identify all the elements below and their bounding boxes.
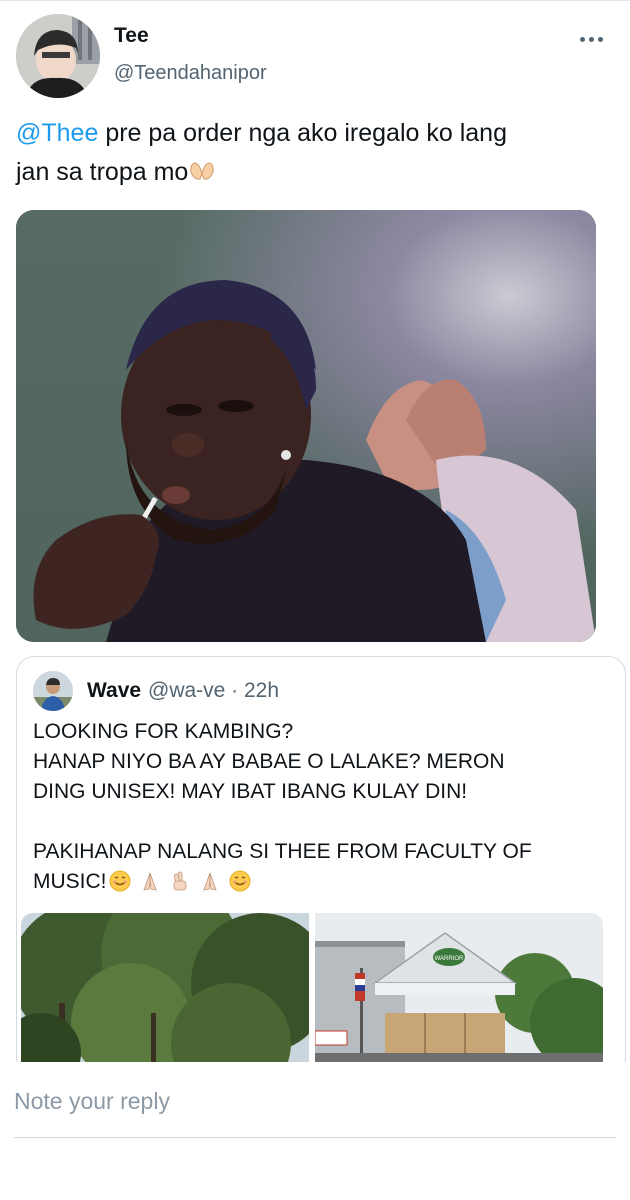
praying-hands-icon (202, 872, 217, 891)
quote-author-meta: @wa-ve · 22h (148, 679, 280, 702)
quote-photo-trees[interactable] (21, 913, 309, 1073)
praying-hands-icon (142, 872, 157, 891)
mention-link[interactable]: @Thee (16, 119, 98, 147)
smiling-face-icon (109, 870, 130, 892)
author-handle[interactable]: @Teendahanipor (114, 62, 267, 85)
tweet-text-line1: pre pa order nga ako iregalo ko lang (98, 119, 507, 147)
quote-line: DING UNISEX! MAY IBAT IBANG KULAY DIN! (33, 780, 468, 803)
quoted-tweet[interactable]: Wave @wa-ve · 22h LOOKING FOR KAMBING? H… (16, 656, 626, 1076)
author-name[interactable]: Tee (114, 24, 149, 48)
tweet-text-line2: jan sa tropa mo (16, 158, 189, 186)
quote-author-avatar[interactable] (33, 671, 73, 711)
smiling-face-icon (229, 870, 250, 892)
reply-input[interactable] (14, 1082, 604, 1120)
quote-line: PAKIHANAP NALANG SI THEE FROM FACULTY OF (33, 840, 532, 863)
quote-line: MUSIC! (33, 870, 107, 893)
reply-underline (14, 1137, 616, 1138)
author-avatar[interactable] (16, 14, 100, 98)
quote-line-emoji: MUSIC! (33, 867, 613, 897)
tweet-photo[interactable] (16, 210, 596, 642)
tent-sign-text: WARRIOR (435, 956, 464, 962)
quote-text: LOOKING FOR KAMBING? HANAP NIYO BA AY BA… (33, 717, 613, 897)
emoji-row (109, 870, 251, 892)
quote-line: HANAP NIYO BA AY BABAE O LALAKE? MERON (33, 750, 505, 773)
more-dots-icon[interactable] (580, 34, 606, 44)
top-divider (0, 0, 630, 1)
reply-bar (0, 1062, 630, 1200)
heart-hands-icon (188, 155, 216, 180)
tweet-header: Tee @Teendahanipor (16, 14, 616, 100)
quote-author-name[interactable]: Wave (87, 679, 141, 703)
tweet-text: @Thee pre pa order nga ako iregalo ko la… (16, 114, 616, 192)
quote-photo-tent[interactable]: WARRIOR (315, 913, 603, 1073)
quote-line: LOOKING FOR KAMBING? (33, 720, 294, 743)
crossed-fingers-icon (173, 871, 186, 891)
